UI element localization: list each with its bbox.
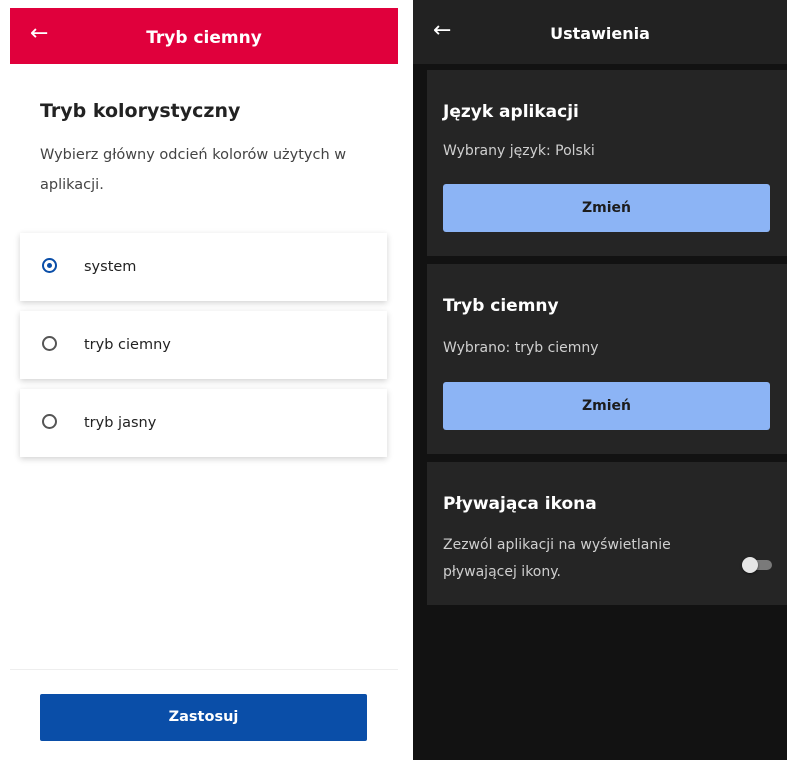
dark-mode-card: Tryb ciemny Wybrano: tryb ciemny Zmień [427,264,787,454]
app-header: ← Ustawienia [413,0,787,64]
floating-icon-desc-line2: pływającej ikony. [443,564,561,580]
option-dark-mode[interactable]: tryb ciemny [20,311,387,379]
option-label: system [84,259,137,275]
selected-mode-text: Wybrano: tryb ciemny [443,340,599,356]
radio-unselected-icon[interactable] [42,336,57,351]
language-card: Język aplikacji Wybrany język: Polski Zm… [427,70,787,256]
page-title: Tryb ciemny [146,28,262,48]
card-title: Pływająca ikona [443,494,597,514]
radio-unselected-icon[interactable] [42,414,57,429]
radio-selected-icon[interactable] [42,258,57,273]
card-title: Tryb ciemny [443,296,559,316]
toggle-thumb [742,557,758,573]
option-label: tryb jasny [84,415,157,431]
screenshot-root: ← Tryb ciemny Tryb kolorystyczny Wybierz… [0,0,787,760]
page-title: Ustawienia [550,24,650,43]
change-dark-mode-button[interactable]: Zmień [443,382,770,430]
apply-button[interactable]: Zastosuj [40,694,367,741]
settings-screen: ← Ustawienia Język aplikacji Wybrany jęz… [413,0,787,760]
option-label: tryb ciemny [84,337,171,353]
floating-icon-card: Pływająca ikona Zezwól aplikacji na wyśw… [427,462,787,605]
floating-icon-toggle[interactable] [742,557,772,573]
option-light-mode[interactable]: tryb jasny [20,389,387,457]
card-title: Język aplikacji [443,102,579,122]
floating-icon-desc-line1: Zezwól aplikacji na wyświetlanie [443,537,671,553]
section-description: Wybierz główny odcień kolorów użytych w … [40,147,347,193]
option-system[interactable]: system [20,233,387,301]
divider [10,669,398,670]
section-title: Tryb kolorystyczny [40,100,241,122]
change-language-button[interactable]: Zmień [443,184,770,232]
color-mode-screen: ← Tryb ciemny Tryb kolorystyczny Wybierz… [0,0,408,760]
app-header: ← Tryb ciemny [10,8,398,64]
selected-language-text: Wybrany język: Polski [443,143,595,159]
